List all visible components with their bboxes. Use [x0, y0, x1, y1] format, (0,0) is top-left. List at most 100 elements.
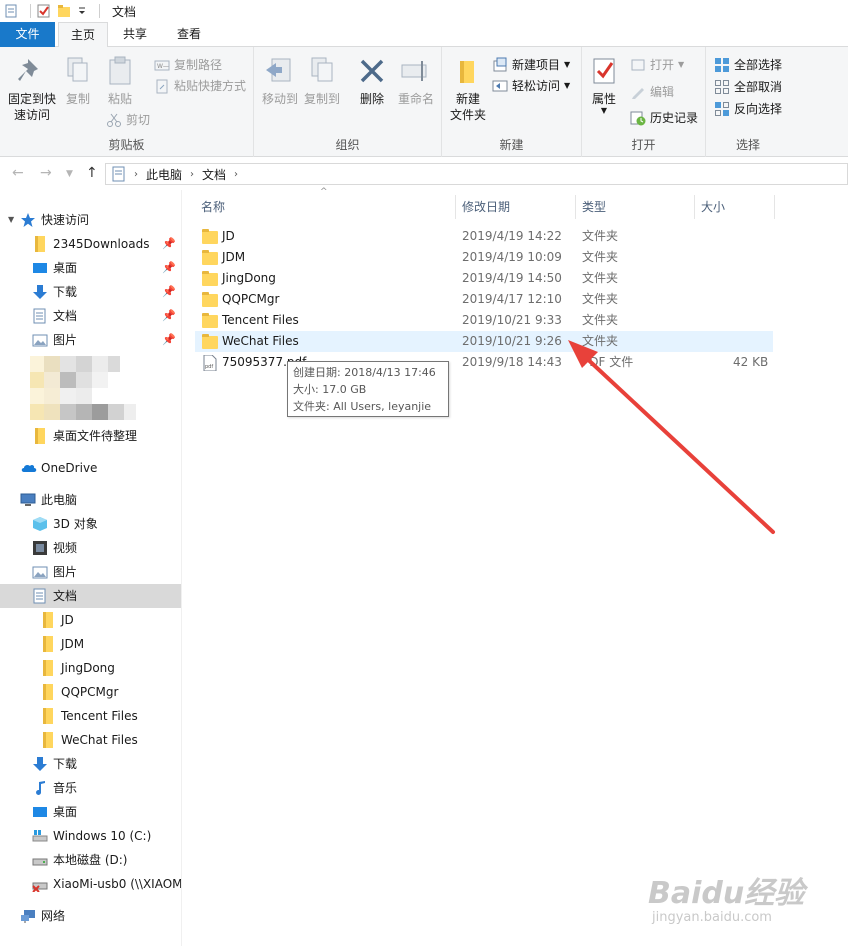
nav-item-music[interactable]: 音乐 [0, 776, 181, 800]
delete-button[interactable]: 删除 [354, 55, 390, 107]
nav-item-downloads-pc[interactable]: 下载 [0, 752, 181, 776]
file-row[interactable]: JDM 2019/4/19 10:09 文件夹 [195, 247, 773, 268]
nav-item-jd[interactable]: JD [0, 608, 181, 632]
properties-check-icon[interactable] [37, 4, 51, 18]
nav-item-2345downloads[interactable]: 2345Downloads 📌 [0, 232, 181, 256]
nav-item-documents[interactable]: 文档 📌 [0, 304, 181, 328]
nav-item-pictures[interactable]: 图片 📌 [0, 328, 181, 352]
paste-icon [104, 55, 136, 87]
quick-access-dropdown-icon[interactable] [77, 4, 87, 18]
chevron-right-icon[interactable]: › [134, 169, 138, 180]
nav-item-desktop[interactable]: 桌面 📌 [0, 256, 181, 280]
copy-path-button[interactable]: W— 复制路径 [154, 55, 222, 75]
tooltip-created: 创建日期: 2018/4/13 17:46 [293, 366, 436, 379]
nav-item-videos[interactable]: 视频 [0, 536, 181, 560]
cloud-icon [20, 460, 37, 476]
nav-item-jingdong[interactable]: JingDong [0, 656, 181, 680]
nav-item-drive-d[interactable]: 本地磁盘 (D:) [0, 848, 181, 872]
rename-button[interactable]: 重命名 [394, 55, 438, 107]
nav-item-pictures-pc[interactable]: 图片 [0, 560, 181, 584]
file-name: Tencent Files [222, 313, 299, 327]
pin-quick-access-button[interactable]: 固定到快速访问 [4, 55, 60, 123]
folder-icon [40, 612, 56, 628]
nav-item-desktop-pc[interactable]: 桌面 [0, 800, 181, 824]
nav-item-label: Windows 10 (C:) [53, 829, 152, 843]
back-arrow-icon[interactable]: ← [12, 165, 24, 181]
address-row: ← → ▼ ↑ › 此电脑 › 文档 › [0, 158, 848, 190]
column-name[interactable]: 名称 [195, 195, 456, 219]
new-folder-button[interactable]: 新建 文件夹 [446, 55, 490, 123]
tab-view[interactable]: 查看 [166, 22, 212, 47]
address-bar[interactable]: › 此电脑 › 文档 › [105, 163, 848, 185]
nav-item-wechat-files[interactable]: WeChat Files [0, 728, 181, 752]
select-none-button[interactable]: 全部取消 [714, 77, 782, 97]
move-to-button[interactable]: 移动到 [260, 55, 300, 107]
copy-button[interactable]: 复制 [60, 55, 96, 107]
file-row[interactable]: QQPCMgr 2019/4/17 12:10 文件夹 [195, 289, 773, 310]
paste-button[interactable]: 粘贴 [102, 55, 138, 107]
forward-arrow-icon[interactable]: → [40, 165, 52, 181]
cut-button[interactable]: 剪切 [106, 110, 150, 130]
pin-label: 固定到快速访问 [7, 92, 56, 122]
breadcrumb-documents[interactable]: 文档 [202, 166, 226, 183]
chevron-right-icon[interactable]: › [234, 169, 238, 180]
nav-item-qqpcmgr[interactable]: QQPCMgr [0, 680, 181, 704]
nav-item-network-drive[interactable]: XiaoMi-usb0 (\\XIAOM [0, 872, 181, 896]
pin-icon[interactable]: 📌 [162, 232, 176, 256]
folder-tooltip: 创建日期: 2018/4/13 17:46 大小: 17.0 GB 文件夹: A… [287, 361, 449, 417]
pin-icon[interactable]: 📌 [162, 328, 176, 352]
nav-item-label: 下载 [53, 285, 78, 299]
nav-onedrive[interactable]: OneDrive [0, 456, 181, 480]
nav-item-downloads[interactable]: 下载 📌 [0, 280, 181, 304]
nav-item-desktop-folder[interactable]: 桌面文件待整理 [0, 424, 181, 448]
invert-selection-button[interactable]: 反向选择 [714, 99, 782, 119]
file-row[interactable]: pdf 75095377.pdf 2019/9/18 14:43 PDF 文件 … [195, 352, 773, 373]
pin-icon[interactable]: 📌 [162, 304, 176, 328]
folder-icon [40, 636, 56, 652]
tab-file[interactable]: 文件 [0, 22, 55, 47]
edit-button[interactable]: 编辑 [630, 82, 674, 102]
chevron-down-icon[interactable]: ▼ [8, 208, 20, 232]
properties-button[interactable]: 属性 ▼ [586, 55, 622, 115]
pdf-file-icon: pdf [202, 354, 218, 372]
select-all-button[interactable]: 全部选择 [714, 55, 782, 75]
nav-this-pc[interactable]: 此电脑 [0, 488, 181, 512]
copy-to-button[interactable]: 复制到 [302, 55, 342, 107]
open-button[interactable]: 打开 ▼ [630, 55, 684, 75]
chevron-right-icon[interactable]: › [190, 169, 194, 180]
easy-access-button[interactable]: 轻松访问 ▼ [492, 76, 570, 96]
new-item-button[interactable]: 新建项目 ▼ [492, 55, 570, 75]
document-icon[interactable] [4, 4, 18, 18]
nav-item-3d-objects[interactable]: 3D 对象 [0, 512, 181, 536]
history-button[interactable]: 历史记录 [630, 108, 698, 128]
pin-icon[interactable]: 📌 [162, 280, 176, 304]
up-arrow-icon[interactable]: ↑ [86, 165, 98, 181]
nav-item-documents-pc[interactable]: 文档 [0, 584, 181, 608]
column-type[interactable]: 类型 [576, 195, 695, 219]
file-row[interactable]: Tencent Files 2019/10/21 9:33 文件夹 [195, 310, 773, 331]
paste-shortcut-button[interactable]: 粘贴快捷方式 [154, 76, 246, 96]
recent-dropdown-icon[interactable]: ▼ [66, 169, 73, 179]
new-folder-icon[interactable] [57, 4, 71, 18]
paste-label: 粘贴 [107, 92, 132, 106]
file-row-hovered[interactable]: WeChat Files 2019/10/21 9:26 文件夹 [195, 331, 773, 352]
tab-home[interactable]: 主页 [58, 22, 108, 48]
breadcrumb-this-pc[interactable]: 此电脑 [146, 166, 182, 183]
pin-icon[interactable]: 📌 [162, 256, 176, 280]
tab-share[interactable]: 共享 [112, 22, 158, 47]
file-row[interactable]: JD 2019/4/19 14:22 文件夹 [195, 226, 773, 247]
clipboard-group: 固定到快速访问 复制 粘贴 W— 复制路径 粘贴快捷方式 剪切 剪贴板 [0, 47, 254, 157]
rename-icon [400, 55, 432, 87]
nav-network[interactable]: 网络 [0, 904, 181, 928]
file-list: ^ 名称 修改日期 类型 大小 JD 2019/4/19 14:22 文件夹 J… [183, 187, 848, 946]
column-size[interactable]: 大小 [695, 195, 775, 219]
file-row[interactable]: JingDong 2019/4/19 14:50 文件夹 [195, 268, 773, 289]
delete-label: 删除 [359, 92, 384, 106]
nav-item-drive-c[interactable]: Windows 10 (C:) [0, 824, 181, 848]
nav-item-jdm[interactable]: JDM [0, 632, 181, 656]
file-date: 2019/4/17 12:10 [462, 292, 562, 306]
nav-quick-access[interactable]: ▼ 快速访问 [0, 208, 181, 232]
paste-shortcut-icon [154, 78, 170, 94]
column-date-modified[interactable]: 修改日期 [456, 195, 576, 219]
nav-item-tencent-files[interactable]: Tencent Files [0, 704, 181, 728]
